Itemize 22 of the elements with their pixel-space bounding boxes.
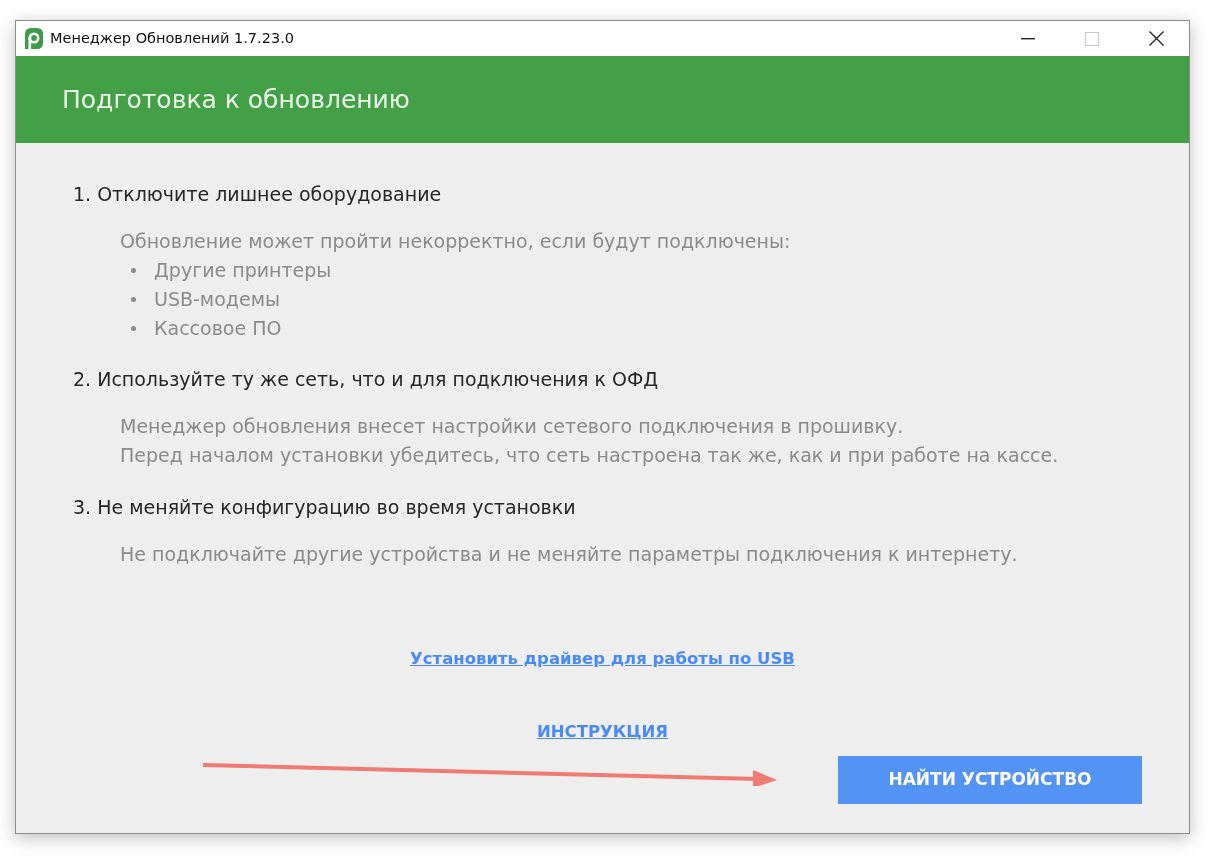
step-heading: 2. Используйте ту же сеть, что и для подключения к ОФД [73,367,659,392]
step-description: Перед началом установки убедитесь, что сеть настроена так же, как и при работе на кассе. [120,443,1059,468]
bullet-item: USB-модемы [154,287,280,312]
step-description: Не подключайте другие устройства и не меняйте параметры подключения к интернету. [120,542,1018,567]
header-title: Подготовка к обновлению [62,83,410,116]
app-logo-icon [22,28,43,49]
close-icon [1148,31,1164,46]
bullet-icon [131,297,136,302]
text-link[interactable]: ИНСТРУКЦИЯ [536,720,669,744]
minimize-icon [1021,37,1035,40]
window-title: Менеджер Обновлений 1.7.23.0 [50,28,294,48]
find-device-button[interactable]: НАЙТИ УСТРОЙСТВО [838,756,1142,804]
bullet-item: Кассовое ПО [154,316,282,341]
step-description: Обновление может пройти некорректно, если будут подключены: [120,229,791,254]
step-heading: 3. Не меняйте конфигурацию во время установки [73,495,576,520]
bullet-icon [131,326,136,331]
bullet-item: Другие принтеры [154,258,332,283]
maximize-icon [1085,31,1099,46]
step-description: Менеджер обновления внесет настройки сетевого подключения в прошивку. [120,414,904,439]
bullet-icon [131,268,136,273]
text-link[interactable]: Установить драйвер для работы по USB [410,647,795,671]
step-heading: 1. Отключите лишнее оборудование [73,182,442,207]
